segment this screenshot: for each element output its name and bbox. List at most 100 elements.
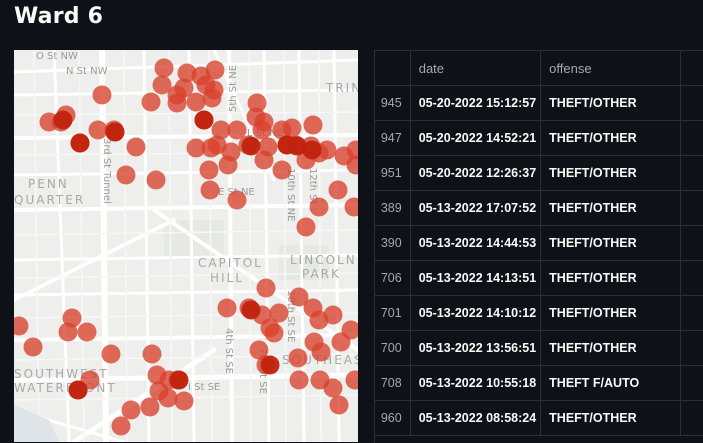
incident-marker[interactable]: [218, 155, 238, 175]
incident-marker[interactable]: [309, 197, 329, 217]
incident-marker[interactable]: [126, 137, 146, 157]
incident-marker[interactable]: [70, 133, 90, 153]
incident-marker[interactable]: [296, 217, 316, 237]
map-label-hill: HILL: [210, 271, 244, 285]
incident-marker[interactable]: [302, 140, 322, 160]
incident-marker[interactable]: [264, 323, 284, 343]
column-header-overflow: [680, 51, 703, 86]
incident-marker[interactable]: [323, 305, 343, 325]
row-index: 700: [375, 330, 411, 366]
map-svg[interactable]: O St NW N St NW 5th St NE TRIN L St NE 3…: [14, 50, 358, 442]
incident-marker[interactable]: [200, 180, 220, 200]
row-date[interactable]: 05-20-2022 15:12:57: [410, 85, 542, 121]
row-date[interactable]: 05-13-2022 14:44:53: [410, 225, 542, 261]
row-overflow-cell: [680, 365, 703, 401]
row-overflow-cell: [680, 120, 703, 156]
table-row[interactable]: 708 05-13-2022 10:55:18 THEFT F/AUTO: [375, 365, 703, 401]
row-date[interactable]: 05-20-2022 12:26:37: [410, 155, 542, 191]
crime-map[interactable]: O St NW N St NW 5th St NE TRIN L St NE 3…: [14, 50, 358, 442]
incident-marker[interactable]: [256, 278, 276, 298]
row-offense[interactable]: THEFT/OTHER: [540, 260, 681, 296]
incidents-table: date offense 945 05-20-2022 15:12:57 THE…: [375, 51, 703, 436]
row-offense[interactable]: THEFT/OTHER: [540, 120, 681, 156]
table-row[interactable]: 947 05-20-2022 14:52:21 THEFT/OTHER: [375, 120, 703, 156]
row-offense[interactable]: THEFT/OTHER: [540, 155, 681, 191]
row-offense[interactable]: THEFT/OTHER: [540, 400, 681, 436]
incident-marker[interactable]: [303, 115, 323, 135]
incident-marker[interactable]: [289, 370, 309, 390]
incident-marker[interactable]: [154, 58, 174, 78]
incident-marker[interactable]: [58, 322, 78, 342]
incident-marker[interactable]: [141, 92, 161, 112]
table-row[interactable]: 701 05-13-2022 14:10:12 THEFT/OTHER: [375, 295, 703, 331]
incident-marker[interactable]: [186, 92, 206, 112]
incident-marker[interactable]: [254, 150, 274, 170]
row-date[interactable]: 05-13-2022 10:55:18: [410, 365, 542, 401]
incident-marker[interactable]: [121, 400, 141, 420]
map-label-park: PARK: [302, 267, 341, 281]
map-label-lincoln: LINCOLN: [290, 253, 357, 267]
row-offense[interactable]: THEFT/OTHER: [540, 190, 681, 226]
incident-marker[interactable]: [217, 298, 237, 318]
row-offense[interactable]: THEFT/OTHER: [540, 295, 681, 331]
row-date[interactable]: 05-13-2022 08:58:24: [410, 400, 542, 436]
incident-marker[interactable]: [142, 344, 162, 364]
incidents-table-container[interactable]: date offense 945 05-20-2022 15:12:57 THE…: [374, 50, 703, 443]
row-date[interactable]: 05-13-2022 13:56:51: [410, 330, 542, 366]
table-row[interactable]: 390 05-13-2022 14:44:53 THEFT/OTHER: [375, 225, 703, 261]
row-date[interactable]: 05-13-2022 14:13:51: [410, 260, 542, 296]
incident-marker[interactable]: [68, 380, 88, 400]
row-offense[interactable]: THEFT/OTHER: [540, 85, 681, 121]
table-row[interactable]: 389 05-13-2022 17:07:52 THEFT/OTHER: [375, 190, 703, 226]
page-title: Ward 6: [14, 4, 104, 29]
incident-marker[interactable]: [311, 342, 331, 362]
column-header-date[interactable]: date: [410, 51, 542, 86]
incident-marker[interactable]: [92, 85, 112, 105]
incident-marker[interactable]: [149, 381, 169, 401]
incident-marker[interactable]: [23, 337, 43, 357]
map-label-i-st-se: I St SE: [188, 382, 220, 393]
row-offense[interactable]: THEFT/OTHER: [540, 225, 681, 261]
incident-marker[interactable]: [328, 180, 348, 200]
incident-marker[interactable]: [105, 122, 125, 142]
row-index: 389: [375, 190, 411, 226]
incident-marker[interactable]: [323, 378, 343, 398]
table-row[interactable]: 951 05-20-2022 12:26:37 THEFT/OTHER: [375, 155, 703, 191]
incident-marker[interactable]: [199, 160, 219, 180]
incident-marker[interactable]: [77, 322, 97, 342]
table-row[interactable]: 700 05-13-2022 13:56:51 THEFT/OTHER: [375, 330, 703, 366]
incident-marker[interactable]: [53, 110, 73, 130]
incident-marker[interactable]: [331, 332, 351, 352]
incident-marker[interactable]: [194, 110, 214, 130]
row-overflow-cell: [680, 330, 703, 366]
incident-marker[interactable]: [329, 395, 349, 415]
map-label-quarter: QUARTER: [14, 193, 85, 207]
incident-marker[interactable]: [167, 93, 187, 113]
row-offense[interactable]: THEFT F/AUTO: [540, 365, 681, 401]
incident-marker[interactable]: [111, 416, 131, 436]
table-row[interactable]: 945 05-20-2022 15:12:57 THEFT/OTHER: [375, 85, 703, 121]
incident-marker[interactable]: [116, 165, 136, 185]
row-offense[interactable]: THEFT/OTHER: [540, 330, 681, 366]
incident-marker[interactable]: [227, 190, 247, 210]
incident-marker[interactable]: [169, 370, 189, 390]
row-date[interactable]: 05-13-2022 17:07:52: [410, 190, 542, 226]
incident-marker[interactable]: [241, 136, 261, 156]
row-date[interactable]: 05-20-2022 14:52:21: [410, 120, 542, 156]
incident-marker[interactable]: [254, 112, 274, 132]
incident-marker[interactable]: [174, 391, 194, 411]
incident-marker[interactable]: [272, 160, 292, 180]
incident-marker[interactable]: [260, 355, 280, 375]
column-header-index[interactable]: [375, 51, 411, 86]
column-header-offense[interactable]: offense: [540, 51, 681, 86]
row-date[interactable]: 05-13-2022 14:10:12: [410, 295, 542, 331]
incident-marker[interactable]: [202, 88, 222, 108]
incident-marker[interactable]: [241, 300, 261, 320]
table-row[interactable]: 706 05-13-2022 14:13:51 THEFT/OTHER: [375, 260, 703, 296]
incident-marker[interactable]: [101, 344, 121, 364]
incident-marker[interactable]: [288, 348, 308, 368]
table-row[interactable]: 960 05-13-2022 08:58:24 THEFT/OTHER: [375, 400, 703, 436]
incident-marker[interactable]: [146, 170, 166, 190]
row-index: 390: [375, 225, 411, 261]
incident-marker[interactable]: [140, 397, 160, 417]
